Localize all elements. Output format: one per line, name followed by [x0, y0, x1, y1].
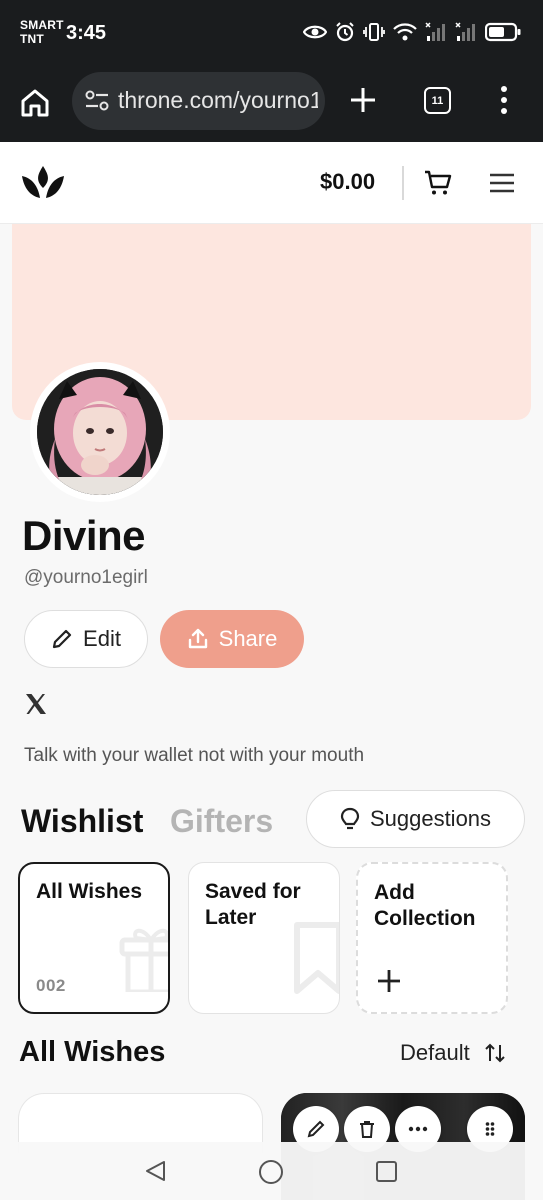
url-bar[interactable]: throne.com/yourno1egirl [72, 72, 325, 130]
tab-wishlist[interactable]: Wishlist [21, 803, 143, 840]
signal-icon [455, 22, 475, 41]
gift-icon [119, 928, 168, 992]
browser-toolbar: throne.com/yourno1egirl 11 [0, 70, 543, 142]
edit-button[interactable]: Edit [24, 610, 148, 668]
header-divider [402, 166, 404, 200]
drag-handle-icon [485, 1122, 495, 1136]
new-tab-icon [351, 88, 375, 112]
wifi-icon [393, 23, 417, 41]
avatar-image [37, 369, 163, 495]
status-bar: SMART TNT 3:45 [0, 0, 543, 70]
site-header: $0.00 [0, 142, 543, 224]
profile-handle: @yourno1egirl [24, 567, 148, 588]
bookmark-icon [294, 922, 339, 994]
edit-button-label: Edit [83, 626, 121, 651]
browser-home-button[interactable] [18, 86, 52, 120]
url-text[interactable]: throne.com/yourno1egirl [118, 87, 318, 114]
collection-title: Add Collection [374, 881, 476, 930]
system-nav-bar [0, 1142, 543, 1200]
home-circle-icon[interactable] [258, 1159, 284, 1185]
cart-icon[interactable] [424, 170, 452, 201]
avatar[interactable] [30, 362, 170, 502]
more-horiz-icon [408, 1126, 428, 1132]
menu-icon[interactable] [489, 172, 515, 199]
tab-count: 11 [431, 94, 444, 107]
battery-icon [485, 22, 521, 42]
throne-logo[interactable] [20, 164, 66, 205]
recents-icon[interactable] [375, 1160, 398, 1183]
tabs-icon[interactable]: 11 [424, 87, 451, 114]
trash-icon [360, 1121, 374, 1138]
collection-title: All Wishes [36, 880, 143, 903]
profile-name: Divine [22, 512, 146, 559]
signal-icon [425, 22, 445, 41]
clock: 3:45 [66, 22, 107, 44]
back-icon[interactable] [144, 1159, 168, 1183]
share-button-label: Share [218, 626, 278, 651]
more-vert-icon [501, 86, 507, 114]
status-icons [303, 22, 521, 42]
edit-icon [307, 1120, 325, 1138]
browser-menu-button[interactable] [498, 84, 510, 121]
plus-icon [378, 970, 400, 992]
collection-count: 002 [36, 976, 66, 995]
suggestions-label: Suggestions [369, 806, 492, 831]
collection-title: Saved for Later [205, 880, 301, 929]
alarm-icon [336, 22, 354, 42]
home-icon [21, 89, 49, 117]
new-tab-button[interactable] [349, 86, 377, 119]
share-icon [188, 628, 207, 649]
sort-icon [485, 1043, 505, 1063]
profile-bio: Talk with your wallet not with your mout… [24, 745, 365, 766]
suggestions-button[interactable]: Suggestions [306, 790, 525, 848]
add-collection-button[interactable]: Add Collection [356, 862, 508, 1014]
section-title: All Wishes [19, 1036, 166, 1068]
sort-label: Default [400, 1040, 470, 1065]
vibrate-icon [363, 23, 385, 41]
tab-gifters[interactable]: Gifters [170, 803, 273, 840]
collection-card-saved-for-later[interactable]: Saved for Later [188, 862, 340, 1014]
carrier-label: SMART TNT [20, 18, 64, 46]
lightbulb-icon [340, 807, 360, 830]
sort-dropdown[interactable]: Default [400, 1040, 506, 1066]
x-icon[interactable] [24, 692, 48, 721]
site-settings-icon[interactable] [84, 90, 110, 112]
pencil-icon [52, 629, 72, 649]
eye-icon [303, 25, 327, 39]
collection-card-all-wishes[interactable]: All Wishes 002 [18, 862, 170, 1014]
carrier-line-2: TNT [20, 32, 44, 46]
wallet-balance[interactable]: $0.00 [320, 169, 375, 195]
share-button[interactable]: Share [160, 610, 304, 668]
carrier-line-1: SMART [20, 18, 64, 32]
